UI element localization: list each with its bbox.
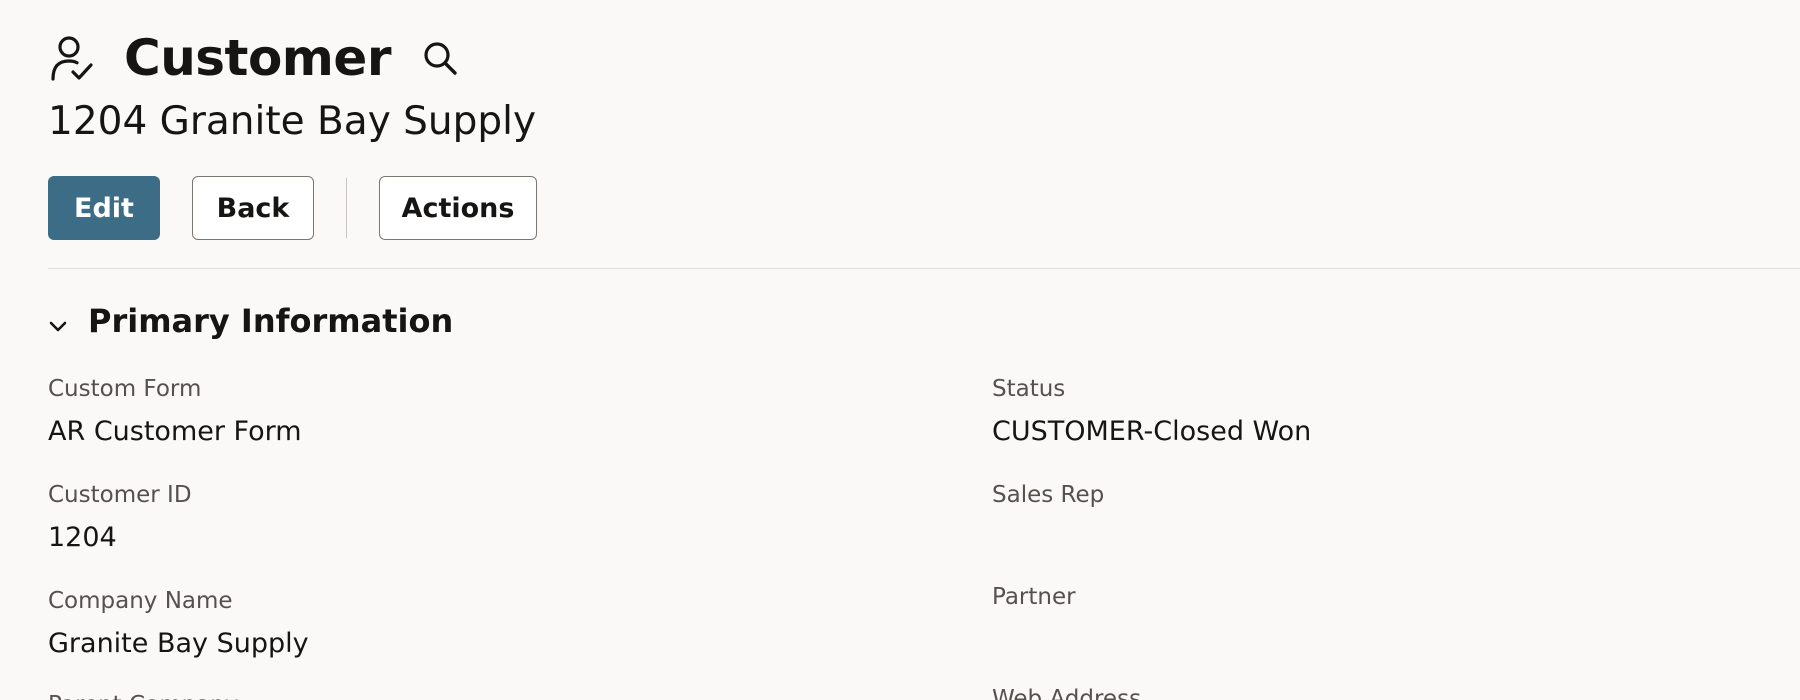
- actions-button[interactable]: Actions: [379, 176, 537, 240]
- chevron-down-icon[interactable]: [48, 317, 68, 337]
- back-button[interactable]: Back: [192, 176, 314, 240]
- customer-id-field: Customer ID 1204: [48, 480, 192, 556]
- sales-rep-field: Sales Rep: [992, 480, 1104, 510]
- partner-field: Partner: [992, 582, 1076, 612]
- field-label: Status: [992, 376, 1066, 402]
- parent-company-field: Parent Company: [48, 690, 238, 700]
- record-toolbar: Edit Back Actions: [48, 176, 537, 240]
- edit-button[interactable]: Edit: [48, 176, 160, 240]
- user-check-icon: [48, 34, 94, 82]
- company-name-field: Company Name Granite Bay Supply: [48, 586, 309, 662]
- field-value: Granite Bay Supply: [48, 628, 309, 659]
- field-label: Parent Company: [48, 690, 238, 700]
- field-label: Sales Rep: [992, 482, 1105, 508]
- header-divider: [48, 268, 1800, 269]
- custom-form-field: Custom Form AR Customer Form: [48, 374, 302, 450]
- page-title: Customer: [124, 29, 391, 87]
- record-name: 1204 Granite Bay Supply: [48, 99, 537, 144]
- field-label: Customer ID: [48, 482, 192, 508]
- field-label: Web Address: [992, 686, 1142, 700]
- section-title: Primary Information: [88, 302, 454, 340]
- search-icon[interactable]: [421, 39, 459, 77]
- field-label: Company Name: [48, 588, 233, 614]
- field-value: 1204: [48, 522, 117, 553]
- field-label: Partner: [992, 584, 1076, 610]
- field-value: AR Customer Form: [48, 416, 302, 447]
- page-header: Customer: [48, 26, 459, 90]
- customer-record-page: Customer 1204 Granite Bay Supply Edit Ba…: [0, 0, 1800, 700]
- status-field: Status CUSTOMER-Closed Won: [992, 374, 1311, 450]
- toolbar-divider: [346, 178, 347, 238]
- primary-information-section-toggle[interactable]: Primary Information: [48, 296, 453, 346]
- field-value: CUSTOMER-Closed Won: [992, 416, 1312, 447]
- field-label: Custom Form: [48, 376, 202, 402]
- web-address-field: Web Address: [992, 684, 1141, 700]
